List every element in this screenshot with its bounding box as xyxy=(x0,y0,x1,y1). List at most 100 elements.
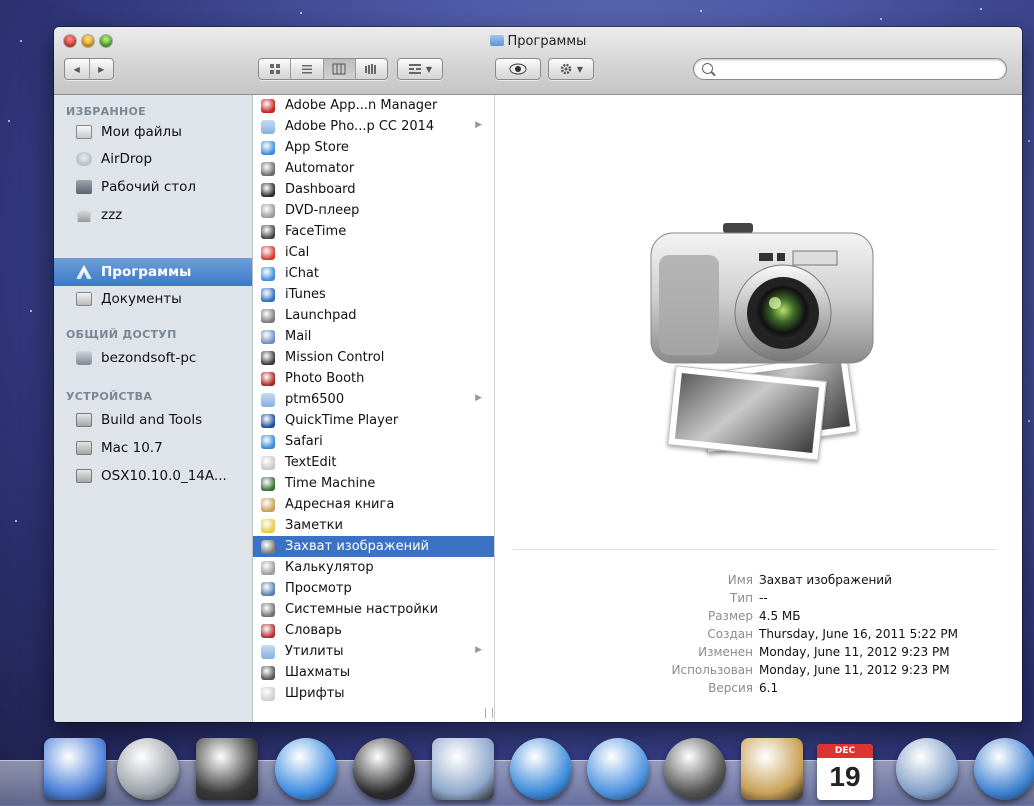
list-item[interactable]: iCal xyxy=(253,242,494,263)
dock-ical[interactable]: DEC 19 xyxy=(817,744,873,800)
column-view-button[interactable] xyxy=(322,59,355,79)
dock-safari-icon[interactable] xyxy=(510,738,572,800)
dock-mail-icon[interactable] xyxy=(432,738,494,800)
list-item[interactable]: Photo Booth xyxy=(253,368,494,389)
list-item[interactable]: TextEdit xyxy=(253,452,494,473)
list-item-label: Калькулятор xyxy=(285,560,374,575)
sidebar-item-label: Мои файлы xyxy=(101,124,182,140)
list-item[interactable]: Адресная книга xyxy=(253,494,494,515)
list-item[interactable]: Шахматы xyxy=(253,662,494,683)
list-item-label: Dashboard xyxy=(285,182,356,197)
dock-dashboard-icon[interactable] xyxy=(353,738,415,800)
icon-view-button[interactable] xyxy=(259,59,290,79)
dock-address-book-icon[interactable] xyxy=(741,738,803,800)
finder-window: Программы ◀ ▶ ▼ ▼ ИЗБРАННОЕ Мои файлы Ai… xyxy=(54,27,1022,722)
sidebar-item-home[interactable]: zzz xyxy=(54,202,252,228)
camera-icon xyxy=(650,223,874,364)
dock-mission-control-icon[interactable] xyxy=(196,738,258,800)
sidebar-item-my-files[interactable]: Мои файлы xyxy=(54,119,252,145)
dock-launchpad-icon[interactable] xyxy=(117,738,179,800)
list-item[interactable]: QuickTime Player xyxy=(253,410,494,431)
list-item-label: Adobe App...n Manager xyxy=(285,98,438,113)
list-item[interactable]: FaceTime xyxy=(253,221,494,242)
list-item[interactable]: Launchpad xyxy=(253,305,494,326)
list-item[interactable]: Шрифты xyxy=(253,683,494,704)
arrange-button[interactable]: ▼ xyxy=(397,58,443,80)
dock-finder-icon[interactable] xyxy=(44,738,106,800)
info-key: Использован xyxy=(671,663,754,677)
list-item[interactable]: ptm6500 ▶ xyxy=(253,389,494,410)
app-icon xyxy=(261,623,275,638)
app-icon xyxy=(261,560,275,575)
preview-pane: Имя Захват изображений Тип -- Размер 4.5 МБ Со… xyxy=(495,95,1022,722)
list-item-label: Mail xyxy=(285,329,312,344)
arrange-icon xyxy=(408,64,421,74)
info-value: 6.1 xyxy=(759,681,779,695)
list-item[interactable]: Dashboard xyxy=(253,179,494,200)
app-icon xyxy=(261,287,275,302)
list-item[interactable]: Заметки xyxy=(253,515,494,536)
app-icon xyxy=(261,140,275,155)
list-item[interactable]: Словарь xyxy=(253,620,494,641)
list-item[interactable]: iTunes xyxy=(253,284,494,305)
list-item[interactable]: Утилиты ▶ xyxy=(253,641,494,662)
search-input[interactable] xyxy=(718,61,1002,79)
sidebar-item-applications[interactable]: Программы xyxy=(54,258,252,286)
coverflow-icon xyxy=(365,64,377,74)
coverflow-view-button[interactable] xyxy=(354,59,387,79)
sidebar-item-desktop[interactable]: Рабочий стол xyxy=(54,174,252,200)
app-icon xyxy=(261,98,275,113)
chevron-down-icon: ▼ xyxy=(425,64,433,74)
column-resize-handle[interactable] xyxy=(485,708,493,718)
list-item[interactable]: Системные настройки xyxy=(253,599,494,620)
sidebar-item-build-and-tools[interactable]: Build and Tools xyxy=(54,407,252,433)
dock-app-store-icon[interactable] xyxy=(275,738,337,800)
list-item[interactable]: Time Machine xyxy=(253,473,494,494)
sidebar-item-bezondsoft-pc[interactable]: bezondsoft-pc xyxy=(54,345,252,371)
chevron-right-icon: ▶ xyxy=(475,393,482,403)
star xyxy=(15,520,17,522)
view-mode-control xyxy=(258,58,388,80)
list-item[interactable]: iChat xyxy=(253,263,494,284)
quick-look-button[interactable] xyxy=(495,58,541,80)
sidebar-item-airdrop[interactable]: AirDrop xyxy=(54,146,252,172)
app-icon xyxy=(261,371,275,386)
info-value: Захват изображений xyxy=(759,573,892,587)
app-icon xyxy=(261,518,275,533)
list-item[interactable]: Mail xyxy=(253,326,494,347)
list-item[interactable]: DVD-плеер xyxy=(253,200,494,221)
list-item-label: iCal xyxy=(285,245,310,260)
sidebar-item-label: zzz xyxy=(101,207,123,223)
dock-facetime-icon[interactable] xyxy=(664,738,726,800)
dock-itunes-icon[interactable] xyxy=(974,738,1034,800)
list-item[interactable]: Mission Control xyxy=(253,347,494,368)
info-row: Версия 6.1 xyxy=(495,681,1015,699)
titlebar[interactable]: Программы ◀ ▶ ▼ ▼ xyxy=(54,27,1022,95)
list-item[interactable]: Adobe Pho...p CC 2014 ▶ xyxy=(253,116,494,137)
divider xyxy=(513,549,996,550)
list-item[interactable]: Захват изображений xyxy=(253,536,494,557)
window-title-text: Программы xyxy=(507,34,587,49)
sidebar-item-label: AirDrop xyxy=(101,151,153,167)
list-item[interactable]: App Store xyxy=(253,137,494,158)
sidebar-item-documents[interactable]: Документы xyxy=(54,286,252,312)
list-item[interactable]: Калькулятор xyxy=(253,557,494,578)
back-button[interactable]: ◀ xyxy=(65,59,89,79)
sidebar-item-label: Mac 10.7 xyxy=(101,440,163,456)
sidebar-item-mac-10-7[interactable]: Mac 10.7 xyxy=(54,435,252,461)
action-button[interactable]: ▼ xyxy=(548,58,594,80)
dock-photo-booth-icon[interactable] xyxy=(896,738,958,800)
list-item[interactable]: Просмотр xyxy=(253,578,494,599)
list-item[interactable]: Safari xyxy=(253,431,494,452)
forward-button[interactable]: ▶ xyxy=(88,59,114,79)
search-field[interactable] xyxy=(693,58,1007,80)
list-item[interactable]: Adobe App...n Manager xyxy=(253,95,494,116)
sidebar-item-osx10-10[interactable]: OSX10.10.0_14A... xyxy=(54,463,252,489)
ical-month: DEC xyxy=(817,744,873,758)
columns-icon xyxy=(332,63,346,75)
list-item[interactable]: Automator xyxy=(253,158,494,179)
dock-ichat-icon[interactable] xyxy=(587,738,649,800)
list-view-button[interactable] xyxy=(290,59,322,79)
app-icon xyxy=(261,350,275,365)
info-value: Thursday, June 16, 2011 5:22 PM xyxy=(759,627,958,641)
